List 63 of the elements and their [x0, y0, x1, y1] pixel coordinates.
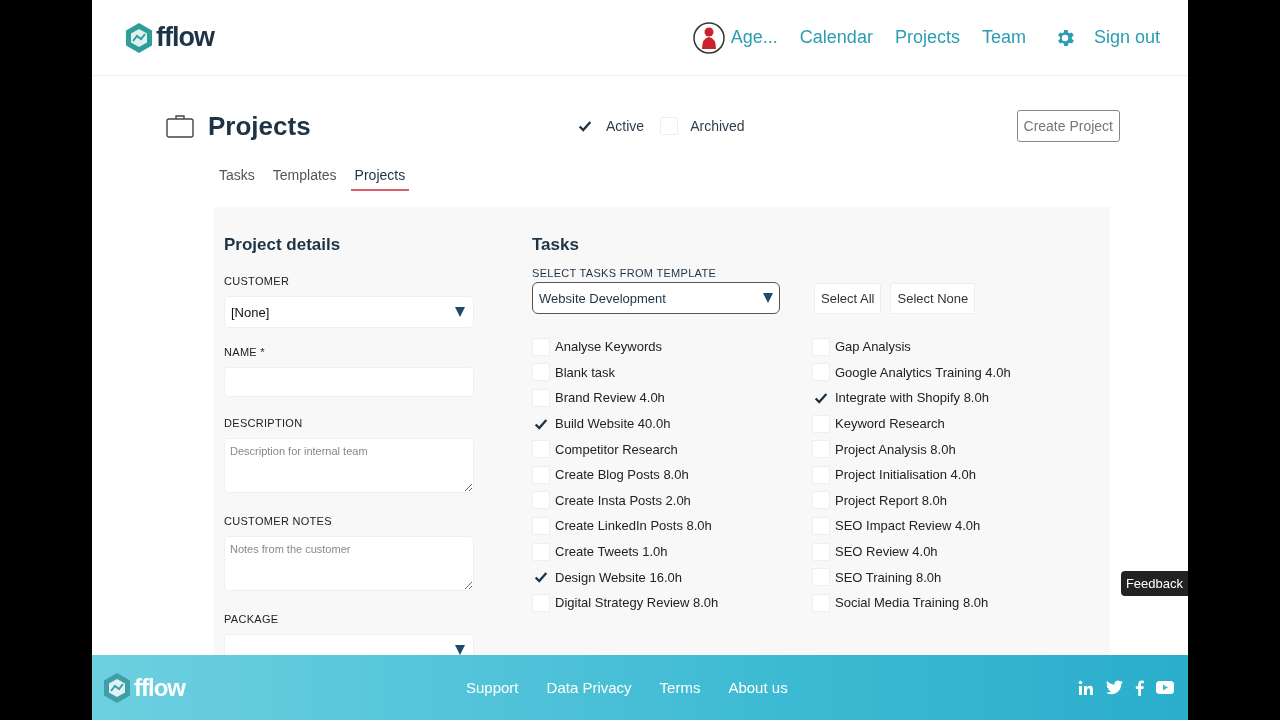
tab[interactable]: Tasks: [215, 161, 259, 191]
task-label: Blank task: [555, 364, 615, 380]
field-label: CUSTOMER NOTES: [224, 515, 333, 527]
text-area[interactable]: Notes from the customer: [224, 536, 474, 591]
logo-text: fflow: [134, 673, 185, 702]
task-label: SEO Training 8.0h: [835, 569, 942, 585]
select-value: Website Development: [539, 290, 666, 306]
checkbox-label: Archived: [690, 118, 745, 134]
nav-link[interactable]: Team: [981, 27, 1026, 48]
task-label: Keyword Research: [835, 416, 945, 432]
facebook-icon[interactable]: [1135, 679, 1144, 696]
select-value: [None]: [231, 304, 270, 320]
tab[interactable]: Projects: [350, 161, 410, 191]
task-label: Integrate with Shopify 8.0h: [835, 390, 989, 406]
select-button[interactable]: Select All: [814, 282, 882, 314]
section-heading: Project details: [224, 235, 342, 255]
task-label: Create Insta Posts 2.0h: [555, 492, 691, 508]
field-label: SELECT TASKS FROM TEMPLATE: [532, 267, 718, 279]
task-label: Gap Analysis: [835, 339, 911, 355]
task-label: Build Website 40.0h: [555, 416, 671, 432]
task-label: Analyse Keywords: [555, 339, 662, 355]
task-label: Project Initialisation 4.0h: [835, 467, 976, 483]
caret-icon: [455, 307, 465, 317]
checkbox-label: Active: [606, 118, 645, 134]
youtube-icon[interactable]: [1156, 681, 1174, 694]
linkedin-icon[interactable]: [1078, 679, 1094, 696]
logo-icon: [102, 671, 132, 704]
twitter-icon[interactable]: [1106, 680, 1123, 695]
briefcase-icon: [166, 114, 194, 138]
task-label: SEO Review 4.0h: [835, 544, 938, 560]
task-label: Social Media Training 8.0h: [835, 595, 989, 611]
task-label: Competitor Research: [555, 441, 678, 457]
task-label: Create Tweets 1.0h: [555, 544, 668, 560]
tab[interactable]: Templates: [268, 161, 341, 191]
user-link[interactable]: Age...: [730, 27, 778, 48]
task-label: Project Analysis 8.0h: [835, 441, 956, 457]
create-project-button[interactable]: Create Project: [1016, 110, 1120, 142]
select-button[interactable]: Select None: [890, 282, 976, 314]
field-label: CUSTOMER: [224, 275, 291, 287]
task-label: Project Report 8.0h: [835, 492, 947, 508]
sign-out-link[interactable]: Sign out: [1093, 27, 1160, 48]
caret-icon: [763, 293, 773, 303]
field-label: DESCRIPTION: [224, 417, 304, 429]
task-label: Design Website 16.0h: [555, 569, 682, 585]
field-label: NAME *: [224, 346, 266, 358]
nav-link[interactable]: Calendar: [799, 27, 873, 48]
logo-text: fflow: [156, 22, 214, 53]
field-label: PACKAGE: [224, 613, 280, 625]
task-label: Google Analytics Training 4.0h: [835, 364, 1011, 380]
section-heading: Tasks: [532, 235, 580, 255]
text-area[interactable]: Description for internal team: [224, 438, 474, 493]
task-label: Digital Strategy Review 8.0h: [555, 595, 719, 611]
task-label: Create Blog Posts 8.0h: [555, 467, 689, 483]
nav-link[interactable]: Projects: [894, 27, 960, 48]
avatar-icon: [692, 21, 725, 54]
task-label: Create LinkedIn Posts 8.0h: [555, 518, 712, 534]
feedback-button[interactable]: Feedback: [1120, 571, 1188, 596]
page-title: Projects: [208, 110, 311, 142]
logo-icon: [124, 21, 154, 54]
task-label: SEO Impact Review 4.0h: [835, 518, 981, 534]
template-select[interactable]: Website Development: [532, 282, 780, 314]
select-field[interactable]: [None]: [224, 296, 474, 328]
task-label: Brand Review 4.0h: [555, 390, 665, 406]
